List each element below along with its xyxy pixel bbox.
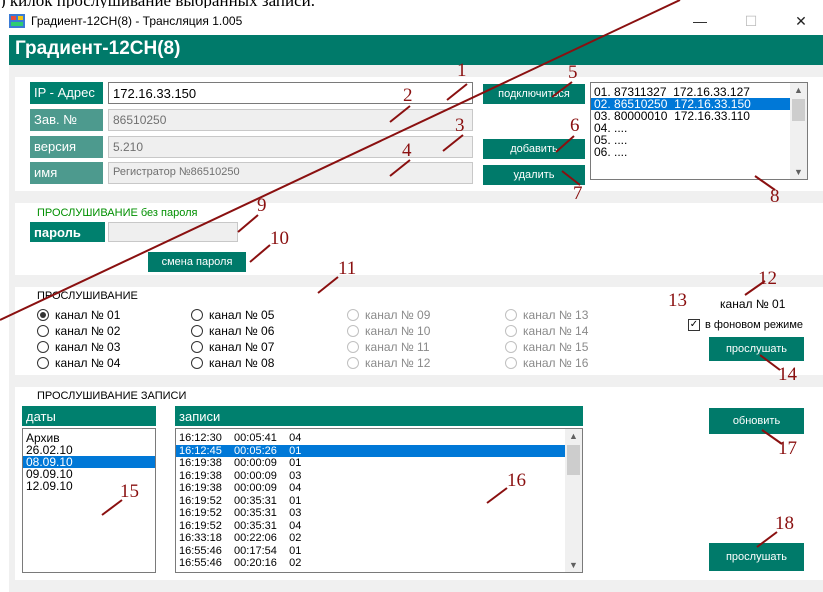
callout-number: 18: [775, 513, 794, 534]
callout-line-11: [317, 276, 339, 294]
callout-number: 3: [455, 115, 465, 136]
callout-line-4: [389, 159, 411, 177]
callout-line-3: [442, 134, 464, 152]
callout-number: 12: [758, 268, 777, 289]
callout-number: 13: [668, 290, 687, 311]
callout-line-6: [555, 135, 575, 153]
callout-line-5: [551, 81, 573, 98]
callout-line-1: [446, 83, 468, 101]
callout-number: 1: [457, 60, 467, 81]
callout-number: 10: [270, 228, 289, 249]
callout-number: 16: [507, 470, 526, 491]
callout-number: 11: [338, 258, 357, 279]
callout-line-14: [759, 354, 781, 371]
callout-number: 9: [257, 195, 267, 216]
page: ) килок прослушивание выбранных записи. …: [0, 0, 823, 592]
callout-number: 7: [573, 183, 583, 204]
callout-line-18: [756, 531, 778, 548]
callout-number: 14: [778, 364, 797, 385]
callout-line-15: [101, 499, 123, 516]
callout-number: 2: [403, 85, 413, 106]
callout-number: 8: [770, 186, 780, 207]
callout-number: 5: [568, 62, 578, 83]
callout-line-2: [389, 105, 411, 123]
callout-number: 15: [120, 481, 139, 502]
callout-line-16: [486, 487, 508, 504]
callout-number: 6: [570, 115, 580, 136]
callout-line-9: [237, 214, 259, 233]
callout-number: 4: [402, 140, 412, 161]
callout-line-10: [249, 244, 271, 263]
callout-number: 17: [778, 438, 797, 459]
